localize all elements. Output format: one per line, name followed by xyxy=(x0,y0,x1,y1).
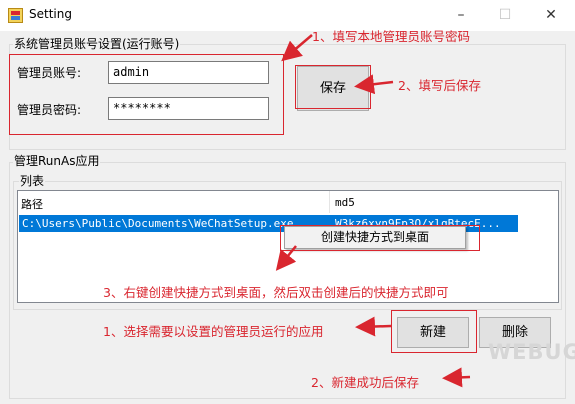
watermark: WEBUG xyxy=(488,340,575,364)
annotation-right-click: 3、右键创建快捷方式到桌面，然后双击创建后的快捷方式即可 xyxy=(103,285,449,300)
arrow-save-success xyxy=(442,367,471,388)
arrow-to-save xyxy=(354,74,394,95)
arrow-to-context-menu xyxy=(275,245,297,271)
annotation-fill-credentials: 1、填写本地管理员账号密码 xyxy=(312,29,470,44)
arrow-to-credentials xyxy=(281,34,313,62)
annotation-new-success: 2、新建成功后保存 xyxy=(311,375,419,390)
annotation-save: 2、填写后保存 xyxy=(398,78,481,93)
annotation-select-app: 1、选择需要以设置的管理员运行的应用 xyxy=(103,324,324,339)
arrow-to-new xyxy=(355,316,392,337)
